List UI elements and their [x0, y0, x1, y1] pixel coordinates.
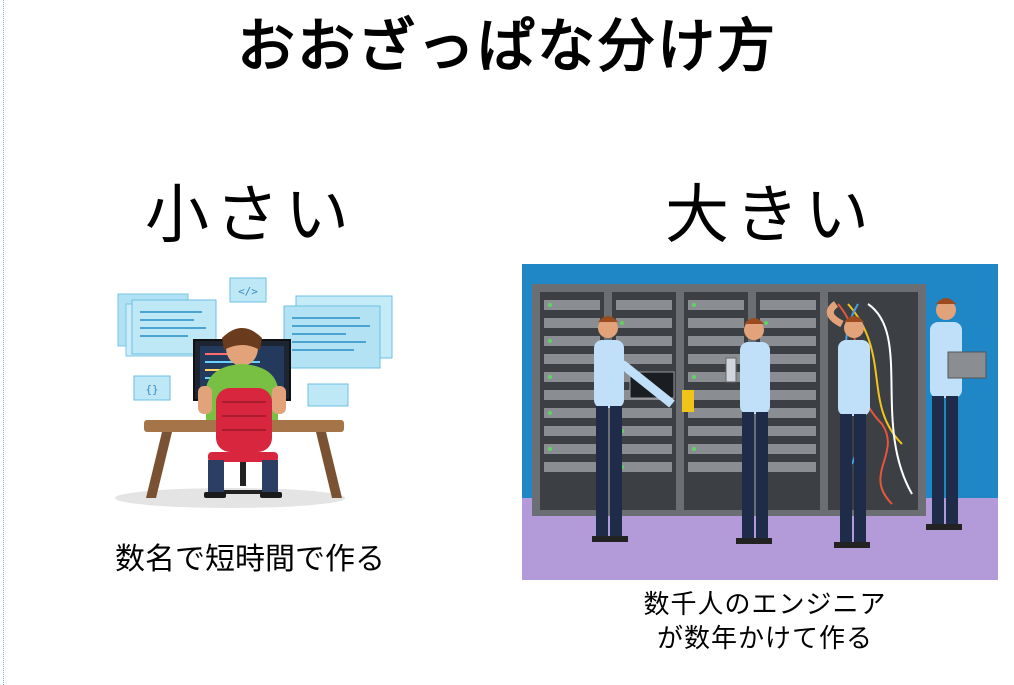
heading-small: 小さい — [145, 179, 355, 253]
caption-large: 数千人のエンジニア が数年かけて作る — [560, 588, 970, 656]
code-tag-top: </> — [229, 277, 267, 303]
code-window-small-right — [307, 383, 349, 407]
heading-large: 大きい — [665, 179, 875, 253]
large-team-illustration — [522, 264, 998, 580]
code-window-right — [283, 295, 393, 369]
code-tag-left: {} — [133, 375, 171, 401]
caption-large-line2: が数年かけて作る — [656, 624, 873, 654]
code-tag-text: </> — [238, 285, 258, 298]
caption-small: 数名で短時間で作る — [115, 542, 385, 577]
page-title: おおざっぱな分け方 — [236, 12, 777, 80]
svg-text:{}: {} — [145, 383, 158, 396]
small-team-illustration: </> {} — [110, 270, 410, 515]
caption-large-line1: 数千人のエンジニア — [643, 590, 887, 620]
left-guide-line — [3, 0, 4, 685]
